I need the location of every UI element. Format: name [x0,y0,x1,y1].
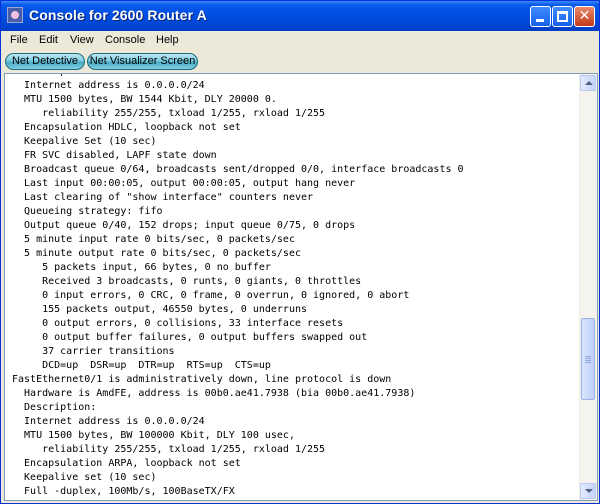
maximize-icon [557,11,568,22]
maximize-button[interactable] [552,6,573,27]
thumb-grip-line [585,356,591,357]
toolbar: Net Detective Net Visualizer Screen [1,52,599,72]
net-visualizer-screen-button[interactable]: Net Visualizer Screen [87,53,198,70]
scrollbar-thumb[interactable] [581,318,595,400]
console-output-area[interactable]: Description: Internet address is 0.0.0.0… [4,73,598,501]
menu-file[interactable]: File [10,34,28,46]
menu-bar: File Edit View Console Help [1,31,599,51]
minimize-button[interactable] [530,6,551,27]
scroll-up-arrow-icon[interactable] [580,75,596,91]
close-icon: ✕ [578,8,591,24]
minimize-icon [536,19,544,22]
close-button[interactable]: ✕ [574,6,595,27]
console-window: Console for 2600 Router A ✕ File Edit Vi… [0,0,600,504]
net-detective-button[interactable]: Net Detective [5,53,85,70]
vertical-scrollbar[interactable] [579,74,597,500]
thumb-grip-line [585,360,591,361]
window-title: Console for 2600 Router A [29,7,207,23]
menu-console[interactable]: Console [105,34,145,46]
console-output-text: Description: Internet address is 0.0.0.0… [12,74,464,497]
menu-edit[interactable]: Edit [39,34,58,46]
app-icon [7,7,23,23]
thumb-grip-line [585,362,591,363]
menu-view[interactable]: View [70,34,94,46]
menu-help[interactable]: Help [156,34,179,46]
thumb-grip-line [585,358,591,359]
title-bar[interactable]: Console for 2600 Router A ✕ [1,1,599,31]
scroll-down-arrow-icon[interactable] [580,483,596,499]
